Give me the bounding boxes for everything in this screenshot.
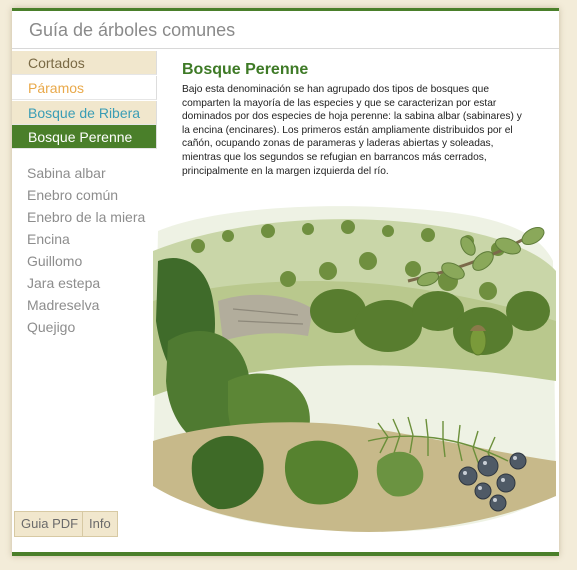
species-item-guillomo[interactable]: Guillomo bbox=[27, 253, 82, 269]
species-item-enebro-de-la-miera[interactable]: Enebro de la miera bbox=[27, 209, 145, 225]
header: Guía de árboles comunes bbox=[12, 11, 559, 49]
section-title: Bosque Perenne bbox=[182, 61, 309, 78]
section-description: Bajo esta denominación se han agrupado d… bbox=[182, 84, 522, 177]
tab-cortados[interactable]: Cortados bbox=[12, 51, 157, 75]
species-item-quejigo[interactable]: Quejigo bbox=[27, 319, 75, 335]
tab-paramos[interactable]: Páramos bbox=[12, 76, 157, 100]
tab-bosque-de-ribera[interactable]: Bosque de Ribera bbox=[12, 101, 157, 125]
forest-illustration bbox=[153, 206, 556, 532]
app-title: Guía de árboles comunes bbox=[29, 20, 236, 40]
species-item-madreselva[interactable]: Madreselva bbox=[27, 297, 99, 313]
species-item-sabina-albar[interactable]: Sabina albar bbox=[27, 165, 106, 181]
species-item-enebro-comun[interactable]: Enebro común bbox=[27, 187, 118, 203]
species-item-encina[interactable]: Encina bbox=[27, 231, 70, 247]
tab-bosque-perenne[interactable]: Bosque Perenne bbox=[12, 125, 157, 149]
species-item-jara-estepa[interactable]: Jara estepa bbox=[27, 275, 100, 291]
info-button[interactable]: Info bbox=[82, 511, 118, 537]
app-window: Guía de árboles comunes Cortados Páramos… bbox=[12, 8, 559, 556]
guia-pdf-button[interactable]: Guia PDF bbox=[14, 511, 86, 537]
